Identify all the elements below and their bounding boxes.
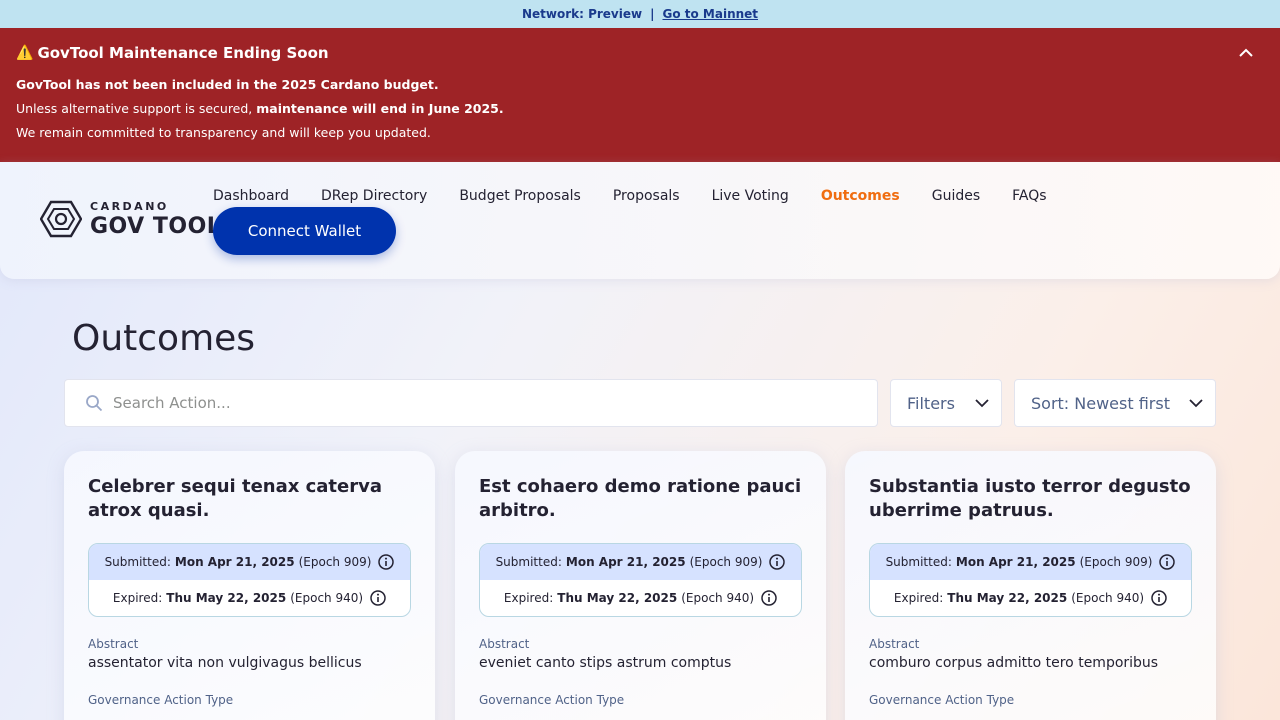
- logo-big-text: GOV TOOL: [90, 213, 222, 239]
- expired-date: Thu May 22, 2025: [947, 591, 1068, 605]
- search-box[interactable]: [64, 379, 878, 427]
- site-header: CARDANO GOV TOOL Dashboard DRep Director…: [0, 162, 1280, 279]
- banner-line-1: GovTool has not been included in the 202…: [16, 77, 439, 92]
- info-icon[interactable]: [378, 554, 395, 570]
- card-title: Substantia iusto terror degusto uberrime…: [869, 476, 1191, 521]
- nav-guides[interactable]: Guides: [932, 186, 980, 206]
- maintenance-banner: ⚠️ GovTool Maintenance Ending Soon GovTo…: [0, 28, 1280, 162]
- expired-epoch: (Epoch 940): [681, 591, 755, 605]
- gov-tool-hex-logo-icon: [40, 200, 82, 238]
- outcome-card[interactable]: Celebrer sequi tenax caterva atrox quasi…: [64, 451, 435, 720]
- abstract-label: Abstract: [88, 637, 139, 651]
- network-bar: Network: Preview | Go to Mainnet: [0, 0, 1280, 28]
- collapse-banner-button[interactable]: [1236, 42, 1256, 62]
- banner-title-text: GovTool Maintenance Ending Soon: [37, 44, 329, 62]
- card-title: Est cohaero demo ratione pauci arbitro.: [479, 476, 802, 521]
- nav-live-voting[interactable]: Live Voting: [712, 186, 789, 206]
- submitted-date: Mon Apr 21, 2025: [565, 555, 686, 569]
- submitted-epoch: (Epoch 909): [298, 555, 372, 569]
- submitted-label: Submitted:: [885, 555, 952, 569]
- governance-action-type-label: Governance Action Type: [869, 693, 1015, 707]
- card-title: Celebrer sequi tenax caterva atrox quasi…: [88, 476, 383, 521]
- info-icon[interactable]: [370, 590, 386, 606]
- expired-date: Thu May 22, 2025: [166, 591, 287, 605]
- abstract-value: eveniet canto stips astrum comptus: [479, 655, 732, 671]
- gov-tool-logo[interactable]: CARDANO GOV TOOL: [40, 200, 221, 238]
- submitted-row: Submitted: Mon Apr 21, 2025 (Epoch 909): [89, 544, 410, 580]
- nav-faqs[interactable]: FAQs: [1012, 186, 1046, 206]
- main-nav: Dashboard DRep Directory Budget Proposal…: [213, 186, 1079, 206]
- chevron-down-icon: [975, 398, 989, 407]
- network-label: Network: Preview: [521, 7, 643, 21]
- submitted-row: Submitted: Mon Apr 21, 2025 (Epoch 909): [480, 544, 801, 580]
- abstract-value: comburo corpus admitto tero temporibus: [869, 655, 1159, 671]
- expired-row: Expired: Thu May 22, 2025 (Epoch 940): [870, 580, 1191, 616]
- expired-label: Expired:: [503, 591, 554, 605]
- outcome-card[interactable]: Est cohaero demo ratione pauci arbitro. …: [455, 451, 826, 720]
- info-icon[interactable]: [761, 590, 777, 606]
- submitted-date: Mon Apr 21, 2025: [955, 555, 1076, 569]
- filters-label: Filters: [907, 393, 955, 413]
- expired-epoch: (Epoch 940): [1071, 591, 1145, 605]
- expired-label: Expired:: [112, 591, 163, 605]
- nav-dashboard[interactable]: Dashboard: [213, 186, 289, 206]
- banner-line-2-prefix: Unless alternative support is secured,: [16, 101, 257, 116]
- nav-proposals[interactable]: Proposals: [613, 186, 680, 206]
- warning-icon: ⚠️: [16, 45, 34, 61]
- info-icon[interactable]: [769, 554, 786, 570]
- search-icon: [86, 395, 103, 412]
- info-icon[interactable]: [1151, 590, 1167, 606]
- submitted-label: Submitted:: [104, 555, 171, 569]
- governance-action-type-label: Governance Action Type: [479, 693, 625, 707]
- expired-row: Expired: Thu May 22, 2025 (Epoch 940): [89, 580, 410, 616]
- expired-epoch: (Epoch 940): [290, 591, 364, 605]
- banner-line-2-bold: maintenance will end in June 2025.: [256, 101, 504, 116]
- chevron-down-icon: [1189, 398, 1203, 407]
- go-to-mainnet-link[interactable]: Go to Mainnet: [662, 7, 758, 21]
- sort-dropdown[interactable]: Sort: Newest first: [1014, 379, 1216, 427]
- abstract-value: assentator vita non vulgivagus bellicus: [88, 655, 362, 671]
- submitted-label: Submitted:: [495, 555, 562, 569]
- submitted-epoch: (Epoch 909): [1079, 555, 1153, 569]
- page-title: Outcomes: [72, 318, 256, 359]
- banner-line-2: Unless alternative support is secured, m…: [16, 102, 1264, 116]
- abstract-label: Abstract: [869, 637, 920, 651]
- card-dates: Submitted: Mon Apr 21, 2025 (Epoch 909) …: [88, 543, 411, 617]
- expired-label: Expired:: [893, 591, 944, 605]
- nav-budget-proposals[interactable]: Budget Proposals: [459, 186, 581, 206]
- expired-date: Thu May 22, 2025: [557, 591, 678, 605]
- nav-outcomes[interactable]: Outcomes: [821, 186, 900, 206]
- filters-dropdown[interactable]: Filters: [890, 379, 1002, 427]
- card-dates: Submitted: Mon Apr 21, 2025 (Epoch 909) …: [869, 543, 1192, 617]
- search-input[interactable]: [113, 394, 853, 412]
- banner-title: ⚠️ GovTool Maintenance Ending Soon: [16, 44, 1264, 62]
- submitted-epoch: (Epoch 909): [689, 555, 763, 569]
- expired-row: Expired: Thu May 22, 2025 (Epoch 940): [480, 580, 801, 616]
- submitted-date: Mon Apr 21, 2025: [174, 555, 295, 569]
- governance-action-type-label: Governance Action Type: [88, 693, 234, 707]
- submitted-row: Submitted: Mon Apr 21, 2025 (Epoch 909): [870, 544, 1191, 580]
- outcome-card[interactable]: Substantia iusto terror degusto uberrime…: [845, 451, 1216, 720]
- sort-label: Sort: Newest first: [1031, 393, 1170, 413]
- info-icon[interactable]: [1159, 554, 1176, 570]
- card-dates: Submitted: Mon Apr 21, 2025 (Epoch 909) …: [479, 543, 802, 617]
- banner-line-3: We remain committed to transparency and …: [16, 125, 431, 140]
- logo-small-text: CARDANO: [90, 199, 169, 213]
- network-separator: |: [650, 7, 655, 21]
- abstract-label: Abstract: [479, 637, 530, 651]
- connect-wallet-button[interactable]: Connect Wallet: [213, 207, 396, 255]
- chevron-up-icon: [1239, 48, 1253, 57]
- nav-drep-directory[interactable]: DRep Directory: [321, 186, 427, 206]
